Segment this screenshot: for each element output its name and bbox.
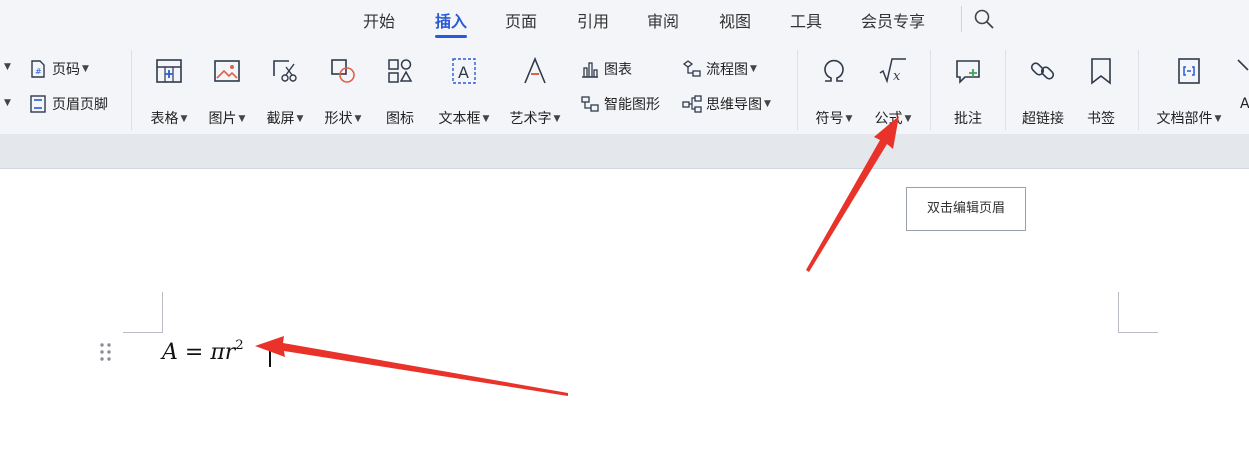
insert-ribbon: ▼ ▼ # 页码 ▼ 页眉页脚 表格 ▼ 图片 ▼ 截屏 ▼ 形状 ▼ 图标 A 文本框 ▼ bbox=[0, 42, 1249, 134]
ribbon-divider bbox=[131, 50, 132, 130]
flowchart-button[interactable]: 流程图 ▼ bbox=[682, 59, 757, 79]
smart-shape-icon bbox=[581, 96, 599, 112]
flowchart-icon bbox=[682, 60, 701, 77]
picture-button[interactable]: 图片 ▼ bbox=[201, 56, 253, 128]
bookmark-button[interactable]: 书签 bbox=[1076, 56, 1126, 128]
text-cursor bbox=[269, 343, 271, 367]
toolbar-strip bbox=[0, 134, 1249, 169]
omega-icon bbox=[824, 59, 844, 82]
equation[interactable]: A = πr2 bbox=[162, 338, 244, 365]
equation-exponent: 2 bbox=[235, 338, 244, 353]
menu-tab-bar: 开始 插入 页面 引用 审阅 视图 工具 会员专享 bbox=[0, 0, 1249, 42]
document-parts-icon bbox=[1178, 58, 1200, 84]
chevron-down-icon[interactable]: ▼ bbox=[4, 98, 11, 108]
sqrt-x-icon: x bbox=[879, 58, 906, 84]
header-footer-button[interactable]: 页眉页脚 bbox=[28, 94, 108, 114]
table-icon bbox=[156, 59, 182, 83]
wordart-icon bbox=[524, 56, 546, 84]
truncated-label: A bbox=[1240, 96, 1249, 112]
tab-tools[interactable]: 工具 bbox=[790, 8, 822, 32]
comment-icon bbox=[956, 60, 980, 84]
scissors-icon bbox=[273, 60, 297, 82]
equation-variable: r bbox=[224, 340, 236, 365]
ribbon-divider bbox=[797, 50, 798, 130]
mindmap-button[interactable]: 思维导图 ▼ bbox=[682, 94, 771, 114]
screenshot-button[interactable]: 截屏 ▼ bbox=[259, 56, 311, 128]
chart-icon bbox=[582, 62, 598, 78]
tab-references[interactable]: 引用 bbox=[577, 8, 609, 32]
textbox-button[interactable]: A 文本框 ▼ bbox=[434, 56, 494, 128]
page-margin-corner-right bbox=[1118, 292, 1158, 333]
chart-button[interactable]: 图表 bbox=[580, 59, 632, 79]
table-button[interactable]: 表格 ▼ bbox=[143, 56, 195, 128]
page-number-button[interactable]: # 页码 ▼ bbox=[28, 59, 89, 79]
svg-text:#: # bbox=[35, 67, 42, 76]
wordart-button[interactable]: 艺术字 ▼ bbox=[505, 56, 565, 128]
tab-review[interactable]: 审阅 bbox=[647, 8, 679, 32]
tab-insert[interactable]: 插入 bbox=[435, 8, 468, 38]
drag-handle-icon[interactable] bbox=[99, 342, 113, 362]
search-icon[interactable] bbox=[973, 8, 995, 30]
tab-member[interactable]: 会员专享 bbox=[861, 8, 925, 32]
header-footer-icon bbox=[30, 95, 46, 113]
edit-header-tooltip: 双击编辑页眉 bbox=[906, 187, 1026, 231]
document-page[interactable] bbox=[0, 169, 1249, 450]
svg-text:x: x bbox=[893, 69, 901, 84]
equation-pi: π bbox=[210, 340, 225, 365]
ribbon-divider bbox=[1138, 50, 1139, 130]
icon-button[interactable]: 图标 bbox=[375, 56, 425, 128]
symbol-button[interactable]: 符号 ▼ bbox=[807, 56, 861, 128]
equation-equals: = bbox=[177, 340, 211, 365]
picture-icon bbox=[214, 60, 240, 82]
bookmark-icon bbox=[1091, 58, 1111, 85]
tab-view[interactable]: 视图 bbox=[719, 8, 751, 32]
page-number-icon: # bbox=[31, 60, 45, 78]
equation-lhs: A bbox=[162, 340, 178, 365]
shape-button[interactable]: 形状 ▼ bbox=[317, 56, 369, 128]
hyperlink-button[interactable]: 超链接 bbox=[1015, 56, 1071, 128]
smart-shape-button[interactable]: 智能图形 bbox=[580, 94, 660, 114]
tab-page[interactable]: 页面 bbox=[505, 8, 537, 32]
document-parts-button[interactable]: 文档部件 ▼ bbox=[1152, 56, 1226, 128]
mindmap-icon bbox=[682, 95, 702, 113]
ribbon-divider bbox=[930, 50, 931, 130]
shape-icon bbox=[331, 59, 355, 83]
link-icon bbox=[1030, 62, 1055, 80]
tab-divider bbox=[961, 6, 962, 32]
formula-button[interactable]: x 公式 ▼ bbox=[866, 56, 920, 128]
icons-library-icon bbox=[388, 59, 413, 83]
textbox-icon: A bbox=[452, 58, 476, 84]
comment-button[interactable]: 批注 bbox=[942, 56, 994, 128]
tag-icon[interactable] bbox=[1236, 56, 1249, 80]
page-margin-corner-left bbox=[123, 292, 163, 333]
tab-home[interactable]: 开始 bbox=[363, 8, 395, 32]
svg-text:A: A bbox=[458, 63, 469, 82]
chevron-down-icon[interactable]: ▼ bbox=[4, 62, 11, 72]
ribbon-divider bbox=[1005, 50, 1006, 130]
